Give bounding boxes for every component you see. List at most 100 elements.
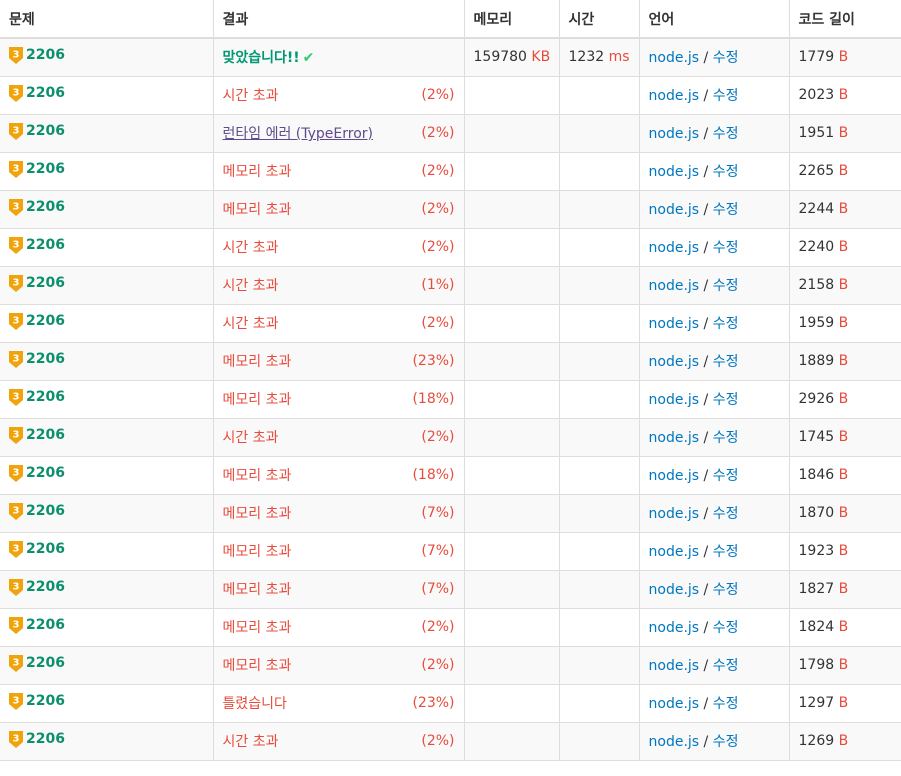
language-link[interactable]: node.js [649,658,700,674]
language-link[interactable]: node.js [649,430,700,446]
cell-language: node.js / 수정 [639,266,790,305]
problem-link[interactable]: 3 2206 [9,616,65,634]
problem-link[interactable]: 3 2206 [9,274,65,292]
problem-link[interactable]: 3 2206 [9,540,65,558]
gold-tier-icon: 3 [9,236,23,254]
code-length-value: 2926 [798,391,835,407]
edit-link[interactable]: 수정 [713,658,739,674]
table-row: 3 2206 메모리 초과 (2%) node.js / 수정 1798 B [0,646,901,685]
result-text: 시간 초과 [222,734,279,750]
problem-link[interactable]: 3 2206 [9,198,65,216]
problem-link[interactable]: 3 2206 [9,46,65,64]
cell-result: 시간 초과 (2%) [213,722,465,761]
cell-memory [464,494,560,533]
edit-link[interactable]: 수정 [713,240,739,256]
edit-link[interactable]: 수정 [713,202,739,218]
table-row: 3 2206 메모리 초과 (23%) node.js / 수정 1889 B [0,342,901,381]
code-length-value: 2023 [798,87,835,103]
language-link[interactable]: node.js [649,468,700,484]
cell-time [559,684,640,723]
cell-problem: 3 2206 [0,418,214,457]
problem-link[interactable]: 3 2206 [9,312,65,330]
problem-link[interactable]: 3 2206 [9,502,65,520]
edit-link[interactable]: 수정 [713,126,739,142]
language-link[interactable]: node.js [649,506,700,522]
problem-link[interactable]: 3 2206 [9,692,65,710]
result-percent: (2%) [421,125,455,141]
cell-code-length: 1959 B [789,304,901,343]
cell-time: 1232 ms [559,38,640,77]
language-link[interactable]: node.js [649,50,700,66]
svg-text:3: 3 [13,391,20,402]
language-link[interactable]: node.js [649,88,700,104]
code-length-value: 1779 [798,49,835,66]
language-link[interactable]: node.js [649,316,700,332]
edit-link[interactable]: 수정 [713,164,739,180]
cell-memory: 159780 KB [464,38,560,77]
edit-link[interactable]: 수정 [713,88,739,104]
problem-link[interactable]: 3 2206 [9,578,65,596]
edit-link[interactable]: 수정 [713,354,739,370]
problem-link[interactable]: 3 2206 [9,350,65,368]
problem-link[interactable]: 3 2206 [9,236,65,254]
svg-text:3: 3 [13,619,20,630]
language-link[interactable]: node.js [649,392,700,408]
edit-link[interactable]: 수정 [713,50,739,66]
table-row: 3 2206 시간 초과 (2%) node.js / 수정 2023 B [0,76,901,115]
cell-result: 메모리 초과 (2%) [213,608,465,647]
problem-id: 2206 [26,199,65,215]
language-link[interactable]: node.js [649,202,700,218]
edit-link[interactable]: 수정 [713,696,739,712]
problem-link[interactable]: 3 2206 [9,388,65,406]
gold-tier-icon: 3 [9,464,23,482]
cell-problem: 3 2206 [0,684,214,723]
problem-link[interactable]: 3 2206 [9,654,65,672]
table-row: 3 2206 런타임 에러 (TypeError) (2%) node.js / 수정… [0,114,901,153]
result-text[interactable]: 런타임 에러 (TypeError) [223,126,374,142]
code-length-value: 1923 [798,543,835,559]
edit-link[interactable]: 수정 [713,430,739,446]
language-link[interactable]: node.js [649,620,700,636]
cell-result: 시간 초과 (2%) [213,228,465,267]
edit-link[interactable]: 수정 [713,544,739,560]
language-link[interactable]: node.js [649,544,700,560]
result-text: 시간 초과 [222,240,279,256]
problem-link[interactable]: 3 2206 [9,84,65,102]
language-link[interactable]: node.js [649,164,700,180]
cell-result: 런타임 에러 (TypeError) (2%) [213,114,465,153]
result-text: 시간 초과 [222,278,279,294]
cell-time [559,646,640,685]
problem-link[interactable]: 3 2206 [9,122,65,140]
cell-time [559,342,640,381]
edit-link[interactable]: 수정 [713,506,739,522]
edit-link[interactable]: 수정 [713,468,739,484]
cell-problem: 3 2206 [0,380,214,419]
problem-link[interactable]: 3 2206 [9,730,65,748]
check-icon: ✔ [302,50,315,67]
cell-memory [464,684,560,723]
language-link[interactable]: node.js [649,582,700,598]
cell-memory [464,722,560,761]
cell-time [559,722,640,761]
cell-problem: 3 2206 [0,114,214,153]
svg-text:3: 3 [13,125,20,136]
language-link[interactable]: node.js [649,696,700,712]
cell-result: 시간 초과 (2%) [213,418,465,457]
edit-link[interactable]: 수정 [713,620,739,636]
code-length-value: 2244 [798,201,835,217]
edit-link[interactable]: 수정 [713,734,739,750]
edit-link[interactable]: 수정 [713,582,739,598]
problem-link[interactable]: 3 2206 [9,426,65,444]
language-link[interactable]: node.js [649,126,700,142]
edit-link[interactable]: 수정 [713,392,739,408]
language-link[interactable]: node.js [649,734,700,750]
edit-link[interactable]: 수정 [713,316,739,332]
problem-link[interactable]: 3 2206 [9,160,65,178]
result-text: 메모리 초과 [222,506,292,522]
problem-link[interactable]: 3 2206 [9,464,65,482]
language-link[interactable]: node.js [649,354,700,370]
language-link[interactable]: node.js [649,278,700,294]
language-link[interactable]: node.js [649,240,700,256]
svg-text:3: 3 [13,467,20,478]
edit-link[interactable]: 수정 [713,278,739,294]
